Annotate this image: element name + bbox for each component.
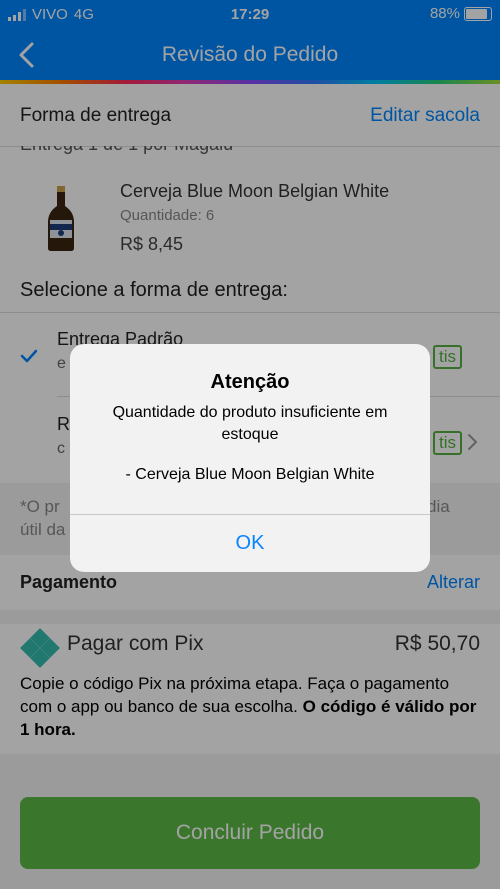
alert-title: Atenção	[210, 371, 290, 393]
alert-ok-button[interactable]: OK	[70, 514, 430, 572]
alert-dialog: Atenção Quantidade do produto insuficien…	[70, 344, 430, 572]
alert-message: Quantidade do produto insuficiente em es…	[112, 404, 388, 443]
alert-item: - Cerveja Blue Moon Belgian White	[125, 466, 375, 483]
